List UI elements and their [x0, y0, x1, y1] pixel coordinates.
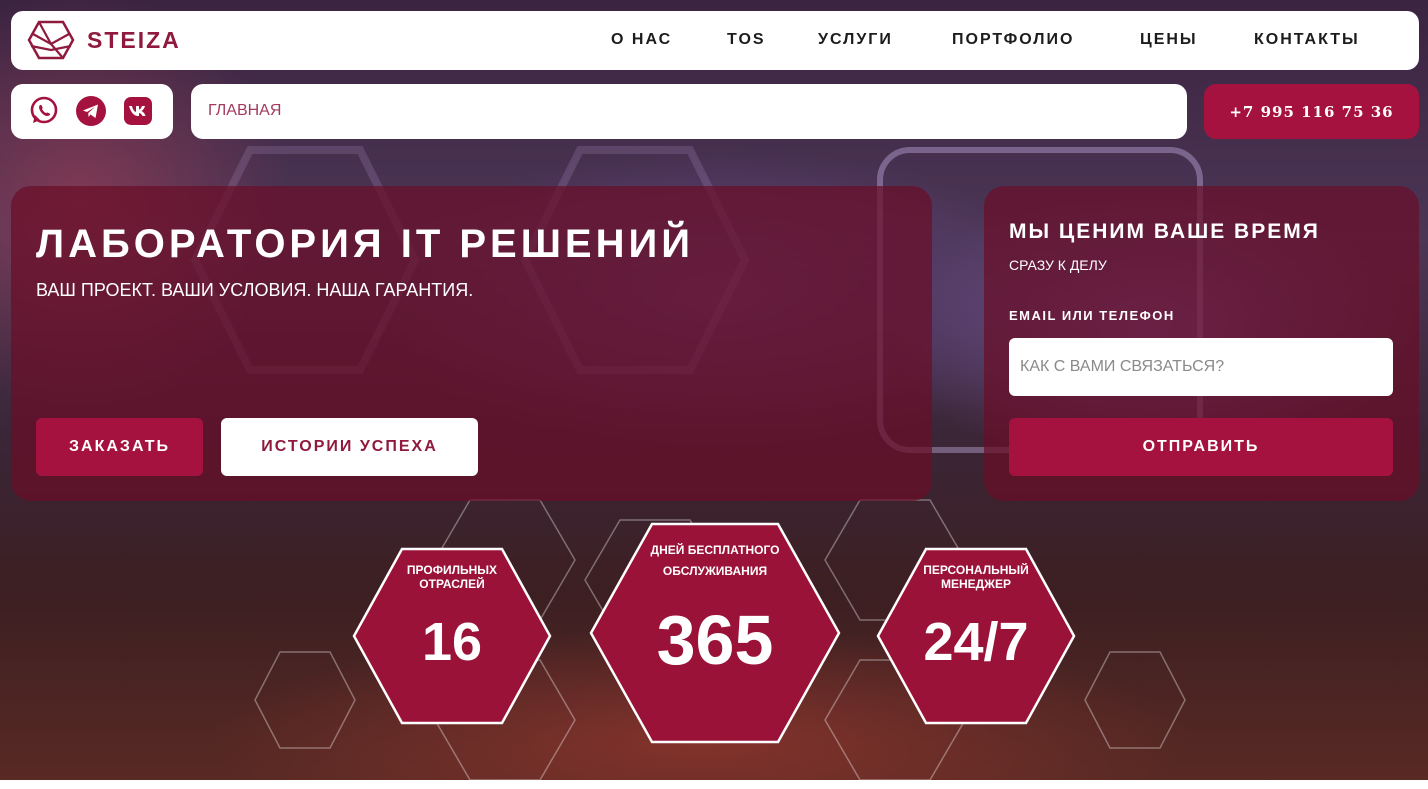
stat-label-line1: ПЕРСОНАЛЬНЫЙ [923, 563, 1029, 577]
stat-value: 16 [421, 612, 483, 672]
stat-label-line2: МЕНЕДЖЕР [940, 577, 1012, 591]
top-navbar: STEIZA О НАС TOS УСЛУГИ ПОРТФОЛИО ЦЕНЫ К… [11, 11, 1419, 70]
stat-label-line1: ПРОФИЛЬНЫХ [406, 563, 498, 577]
stat-value: 24/7 [923, 612, 1029, 672]
nav-services[interactable]: УСЛУГИ [818, 31, 893, 49]
contact-input[interactable] [1009, 338, 1393, 396]
stat-industries: ПРОФИЛЬНЫХ ОТРАСЛЕЙ 16 [352, 547, 552, 725]
nav-about[interactable]: О НАС [611, 31, 672, 49]
breadcrumb-home[interactable]: ГЛАВНАЯ [208, 102, 281, 120]
telegram-icon[interactable] [76, 96, 106, 126]
phone-button[interactable]: +7 995 116 75 36 [1204, 84, 1419, 139]
contact-field-label: EMAIL ИЛИ ТЕЛЕФОН [1009, 308, 1175, 323]
social-links [11, 84, 173, 139]
form-title: МЫ ЦЕНИМ ВАШЕ ВРЕМЯ [1009, 220, 1320, 243]
stat-manager: ПЕРСОНАЛЬНЫЙ МЕНЕДЖЕР 24/7 [876, 547, 1076, 725]
submit-button[interactable]: ОТПРАВИТЬ [1009, 418, 1393, 476]
nav-contacts[interactable]: КОНТАКТЫ [1254, 31, 1360, 49]
hero-panel: ЛАБОРАТОРИЯ IT РЕШЕНИЙ ВАШ ПРОЕКТ. ВАШИ … [11, 186, 932, 501]
whatsapp-icon[interactable] [29, 96, 59, 126]
breadcrumb: ГЛАВНАЯ [191, 84, 1187, 139]
order-button[interactable]: ЗАКАЗАТЬ [36, 418, 203, 476]
hero-title: ЛАБОРАТОРИЯ IT РЕШЕНИЙ [36, 222, 694, 266]
nav-prices[interactable]: ЦЕНЫ [1140, 31, 1198, 49]
form-subtitle: СРАЗУ К ДЕЛУ [1009, 257, 1107, 273]
brand-name: STEIZA [87, 26, 181, 53]
logo-icon [27, 20, 75, 60]
vk-icon[interactable] [123, 96, 153, 126]
nav-portfolio[interactable]: ПОРТФОЛИО [952, 31, 1074, 49]
contact-form-panel: МЫ ЦЕНИМ ВАШЕ ВРЕМЯ СРАЗУ К ДЕЛУ EMAIL И… [984, 186, 1419, 501]
stat-free-service: ДНЕЙ БЕСПЛАТНОГО ОБСЛУЖИВАНИЯ 365 [589, 522, 841, 744]
hero-subtitle: ВАШ ПРОЕКТ. ВАШИ УСЛОВИЯ. НАША ГАРАНТИЯ. [36, 280, 474, 300]
stat-label-line2: ОТРАСЛЕЙ [419, 577, 485, 591]
page-bottom-edge [0, 780, 1428, 789]
nav-tos[interactable]: TOS [727, 31, 766, 49]
stat-value: 365 [656, 601, 774, 679]
stat-label-line2: ОБСЛУЖИВАНИЯ [662, 564, 768, 578]
logo[interactable]: STEIZA [27, 20, 181, 60]
success-stories-button[interactable]: ИСТОРИИ УСПЕХА [221, 418, 478, 476]
stat-label-line1: ДНЕЙ БЕСПЛАТНОГО [650, 543, 780, 557]
